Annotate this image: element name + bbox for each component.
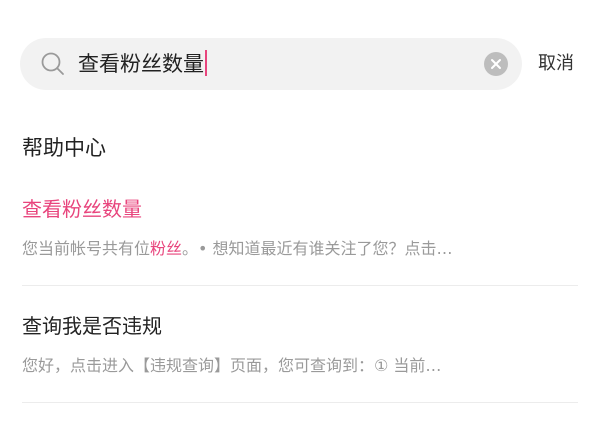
result-title: 查询我是否违规 (22, 314, 162, 338)
search-icon (41, 52, 64, 75)
clear-search-button[interactable] (484, 52, 508, 76)
divider (22, 402, 578, 403)
help-search-screen: 查看粉丝数量 取消 帮助中心 查看粉丝数量 您当前帐号共有位粉丝。• 想知道最近… (0, 0, 590, 422)
close-icon (491, 59, 501, 69)
text-caret (205, 50, 207, 76)
result-snippet: 您当前帐号共有位粉丝。• 想知道最近有谁关注了您？点击… (22, 236, 578, 262)
search-query-text: 查看粉丝数量 (78, 38, 207, 90)
list-item[interactable]: 查询我是否违规 您好，点击进入【违规查询】页面，您可查询到：① 当前… (22, 311, 578, 379)
list-item[interactable]: 查看粉丝数量 您当前帐号共有位粉丝。• 想知道最近有谁关注了您？点击… (22, 194, 578, 262)
snippet-text: 您当前帐号共有位 (22, 239, 151, 258)
snippet-highlight: 粉丝 (150, 239, 183, 258)
snippet-text: 。• 想知道最近有谁关注了您？点击… (182, 239, 453, 258)
cancel-button[interactable]: 取消 (538, 38, 574, 90)
section-title: 帮助中心 (22, 136, 106, 160)
search-input[interactable]: 查看粉丝数量 (20, 38, 522, 90)
divider (22, 285, 578, 286)
result-snippet: 您好，点击进入【违规查询】页面，您可查询到：① 当前… (22, 356, 442, 375)
search-row: 查看粉丝数量 取消 (20, 38, 575, 92)
search-query: 查看粉丝数量 (78, 52, 204, 76)
result-title: 查看粉丝数量 (22, 197, 142, 221)
